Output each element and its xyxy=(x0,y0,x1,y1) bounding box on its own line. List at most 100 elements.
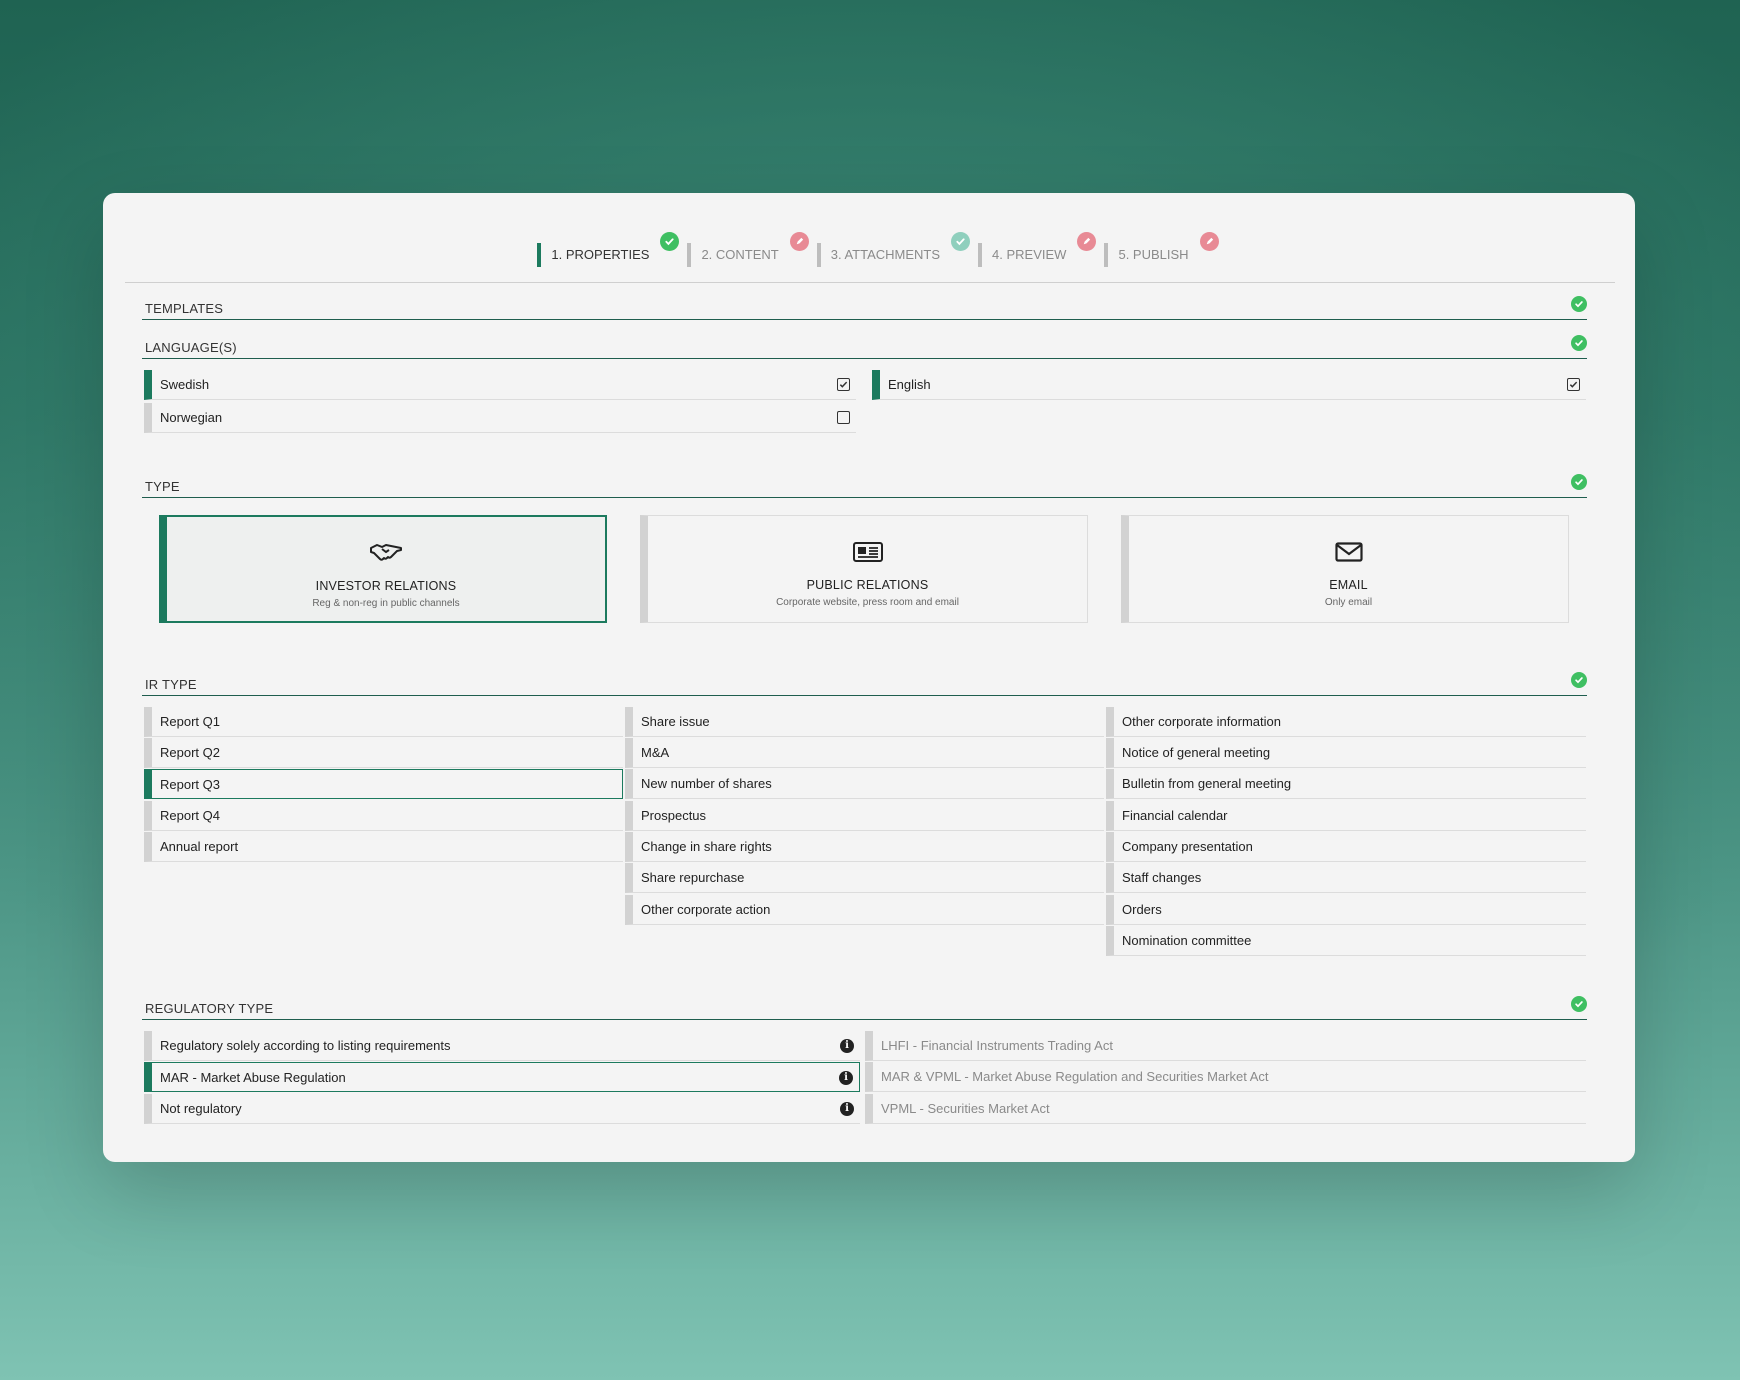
section-title: TYPE xyxy=(145,479,180,494)
option-label: Share repurchase xyxy=(641,870,745,885)
ir-type-option[interactable]: Notice of general meeting xyxy=(1106,738,1586,768)
ir-type-option[interactable]: Report Q4 xyxy=(144,801,623,831)
regulatory-option[interactable]: Regulatory solely according to listing r… xyxy=(144,1031,860,1061)
pencil-icon xyxy=(1199,232,1219,251)
type-public-relations[interactable]: PUBLIC RELATIONS Corporate website, pres… xyxy=(640,515,1088,623)
ir-type-option[interactable]: Annual report xyxy=(144,832,623,862)
pencil-icon xyxy=(1077,232,1097,251)
step-label: 4. PREVIEW xyxy=(992,247,1067,262)
ir-type-option[interactable]: M&A xyxy=(625,738,1104,768)
ir-type-option[interactable]: Orders xyxy=(1106,895,1586,925)
ir-type-option[interactable]: New number of shares xyxy=(625,769,1104,799)
ir-type-option[interactable]: Other corporate action xyxy=(625,895,1104,925)
ir-type-option[interactable]: Report Q2 xyxy=(144,738,623,768)
regulatory-option-disabled: LHFI - Financial Instruments Trading Act xyxy=(865,1031,1586,1061)
ir-type-option[interactable]: Other corporate information xyxy=(1106,707,1586,737)
step-properties[interactable]: 1. PROPERTIES xyxy=(537,232,680,267)
ir-type-option[interactable]: Bulletin from general meeting xyxy=(1106,769,1586,799)
checkbox-checked-icon[interactable] xyxy=(1567,378,1580,391)
regulatory-option-selected[interactable]: MAR - Market Abuse Regulation i xyxy=(144,1062,860,1092)
option-label: Report Q3 xyxy=(160,777,220,792)
section-title: IR TYPE xyxy=(145,677,197,692)
option-label: Annual report xyxy=(160,839,239,854)
step-publish[interactable]: 5. PUBLISH xyxy=(1104,232,1219,267)
option-label: Bulletin from general meeting xyxy=(1122,776,1292,791)
pencil-icon xyxy=(789,232,809,251)
step-label: 2. CONTENT xyxy=(701,247,779,262)
section-title: REGULATORY TYPE xyxy=(145,1001,274,1016)
check-icon xyxy=(1571,996,1587,1012)
handshake-icon xyxy=(366,539,406,567)
language-label: Norwegian xyxy=(160,410,223,425)
option-label: MAR - Market Abuse Regulation xyxy=(160,1070,346,1085)
option-label: Change in share rights xyxy=(641,839,772,854)
section-languages[interactable]: LANGUAGE(S) xyxy=(142,335,1587,359)
checkbox-checked-icon[interactable] xyxy=(837,378,850,391)
option-label: New number of shares xyxy=(641,776,772,791)
ir-type-option[interactable]: Nomination committee xyxy=(1106,926,1586,956)
option-label: Regulatory solely according to listing r… xyxy=(160,1038,451,1053)
section-type[interactable]: TYPE xyxy=(142,474,1587,498)
option-label: M&A xyxy=(641,745,670,760)
option-label: Prospectus xyxy=(641,808,707,823)
checkbox-empty-icon[interactable] xyxy=(837,411,850,424)
ir-type-option[interactable]: Company presentation xyxy=(1106,832,1586,862)
check-icon xyxy=(951,232,971,251)
ir-type-option-selected[interactable]: Report Q3 xyxy=(144,769,623,799)
option-label: Other corporate action xyxy=(641,902,771,917)
divider xyxy=(125,282,1615,283)
ir-type-option[interactable]: Staff changes xyxy=(1106,863,1586,893)
option-label: Report Q4 xyxy=(160,808,220,823)
ir-type-option[interactable]: Financial calendar xyxy=(1106,801,1586,831)
step-label: 5. PUBLISH xyxy=(1118,247,1189,262)
section-regulatory-type[interactable]: REGULATORY TYPE xyxy=(142,996,1587,1020)
envelope-icon xyxy=(1329,538,1369,566)
info-icon[interactable]: i xyxy=(839,1071,853,1085)
regulatory-option-disabled: MAR & VPML - Market Abuse Regulation and… xyxy=(865,1062,1586,1092)
language-swedish[interactable]: Swedish xyxy=(144,370,856,400)
section-ir-type[interactable]: IR TYPE xyxy=(142,672,1587,696)
option-label: Other corporate information xyxy=(1122,714,1281,729)
type-title: INVESTOR RELATIONS xyxy=(315,579,457,593)
ir-type-option[interactable]: Report Q1 xyxy=(144,707,623,737)
regulatory-option[interactable]: Not regulatory i xyxy=(144,1094,860,1124)
type-title: PUBLIC RELATIONS xyxy=(806,578,929,592)
ir-type-option[interactable]: Prospectus xyxy=(625,801,1104,831)
step-preview[interactable]: 4. PREVIEW xyxy=(978,232,1097,267)
option-label: Financial calendar xyxy=(1122,808,1228,823)
regulatory-option-disabled: VPML - Securities Market Act xyxy=(865,1094,1586,1124)
check-icon xyxy=(1571,296,1587,312)
option-label: Not regulatory xyxy=(160,1101,242,1116)
option-label: Report Q2 xyxy=(160,745,220,760)
type-investor-relations[interactable]: INVESTOR RELATIONS Reg & non-reg in publ… xyxy=(159,515,607,623)
section-title: LANGUAGE(S) xyxy=(145,340,237,355)
language-norwegian[interactable]: Norwegian xyxy=(144,403,856,433)
option-label: Orders xyxy=(1122,902,1162,917)
section-templates[interactable]: TEMPLATES xyxy=(142,296,1587,320)
option-label: MAR & VPML - Market Abuse Regulation and… xyxy=(881,1069,1269,1084)
language-english[interactable]: English xyxy=(872,370,1586,400)
section-title: TEMPLATES xyxy=(145,301,224,316)
option-label: Notice of general meeting xyxy=(1122,745,1271,760)
newspaper-icon xyxy=(848,538,888,566)
option-label: Share issue xyxy=(641,714,710,729)
ir-type-option[interactable]: Change in share rights xyxy=(625,832,1104,862)
ir-type-option[interactable]: Share issue xyxy=(625,707,1104,737)
step-attachments[interactable]: 3. ATTACHMENTS xyxy=(816,232,971,267)
check-icon xyxy=(1571,474,1587,490)
info-icon[interactable]: i xyxy=(840,1039,854,1053)
info-icon[interactable]: i xyxy=(840,1102,854,1116)
option-label: Staff changes xyxy=(1122,870,1202,885)
type-title: EMAIL xyxy=(1329,578,1368,592)
properties-card: 1. PROPERTIES 2. CONTENT 3. ATTACHMENTS … xyxy=(103,193,1635,1162)
ir-type-option[interactable]: Share repurchase xyxy=(625,863,1104,893)
option-label: Report Q1 xyxy=(160,714,220,729)
type-email[interactable]: EMAIL Only email xyxy=(1121,515,1569,623)
type-subtitle: Corporate website, press room and email xyxy=(776,597,959,608)
check-icon xyxy=(1571,672,1587,688)
check-icon xyxy=(660,232,680,251)
option-label: Nomination committee xyxy=(1122,933,1252,948)
step-label: 3. ATTACHMENTS xyxy=(830,247,941,262)
option-label: VPML - Securities Market Act xyxy=(881,1101,1050,1116)
step-content[interactable]: 2. CONTENT xyxy=(687,232,809,267)
